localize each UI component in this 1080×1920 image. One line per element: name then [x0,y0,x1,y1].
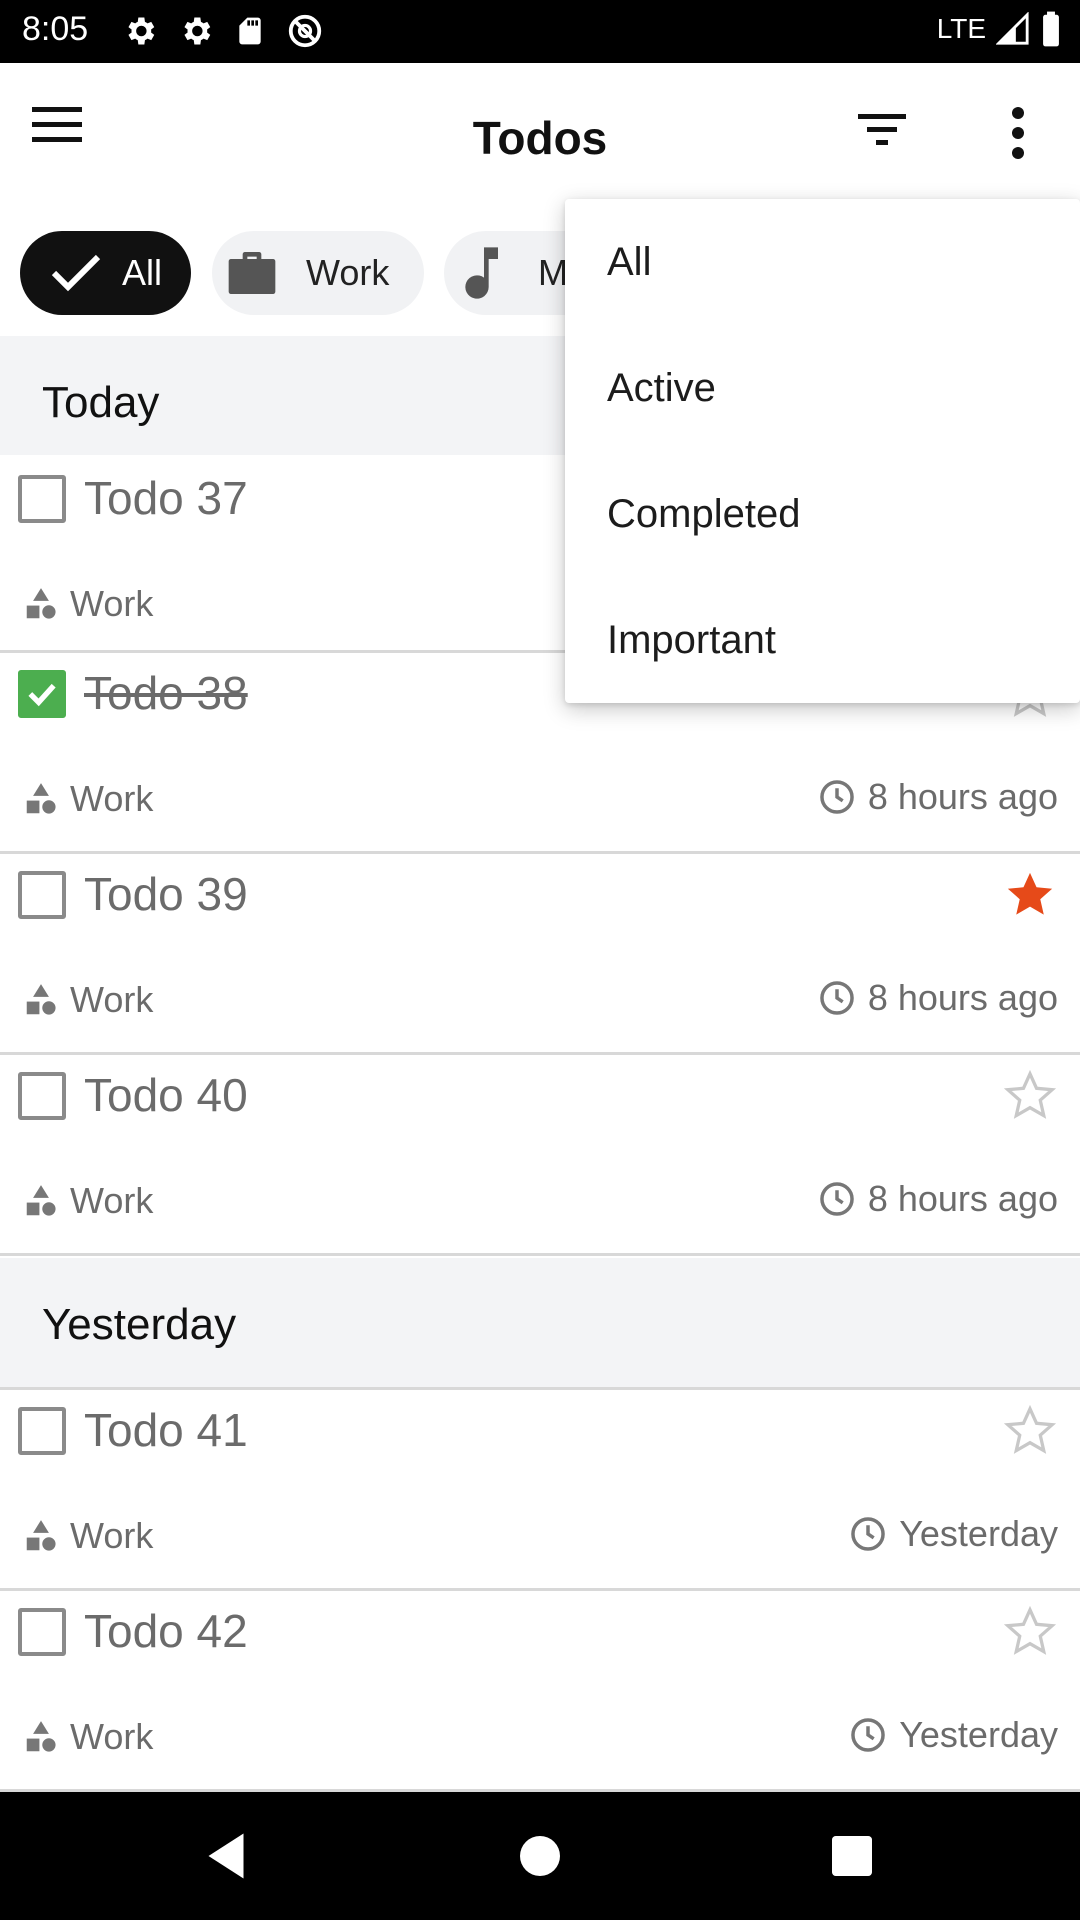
todo-time: Yesterday [849,1714,1058,1756]
todo-checkbox[interactable] [18,670,66,718]
chip-work[interactable]: Work [212,231,424,315]
status-time: 8:05 [22,10,89,48]
category-icon [26,1520,56,1551]
menu-item-active[interactable]: Active [565,325,1080,451]
time-label: 8 hours ago [867,977,1058,1018]
filter-button[interactable] [858,109,918,159]
settings-icon [128,17,155,45]
top-app-bar: Todos [0,63,1080,211]
todo-title: Todo 41 [84,1404,248,1456]
todo-title: Todo 40 [84,1069,248,1121]
status-icons-right: LTE [937,10,1062,48]
category-label: Work [70,1515,154,1556]
todo-title: Todo 37 [84,472,248,524]
todo-checkbox[interactable] [18,1407,66,1455]
section-title: Yesterday [42,1300,237,1349]
todo-title: Todo 42 [84,1605,248,1657]
section-title: Today [42,378,160,427]
chip-label: All [122,252,163,293]
filter-menu: All Active Completed Important [565,199,1080,703]
battery-icon [1043,11,1059,47]
todo-category: Work [22,1716,153,1758]
category-label: Work [70,583,154,624]
todo-category: Work [22,1180,153,1222]
clock-icon [820,780,854,814]
category-icon [26,1185,56,1216]
star-outline-icon[interactable] [1002,1403,1058,1459]
system-nav-bar [0,1792,1080,1920]
music-note-icon [465,247,498,299]
clock-icon [820,981,854,1015]
category-icon [26,984,56,1015]
category-label: Work [70,1716,154,1757]
briefcase-icon [228,252,276,294]
category-label: Work [70,1180,154,1221]
category-icon [26,783,56,814]
todo-time: 8 hours ago [818,977,1058,1019]
clock-icon [851,1517,885,1551]
todo-checkbox[interactable] [18,1608,66,1656]
more-vert-icon [1012,107,1024,159]
status-bar: 8:05 LTE [0,0,1080,63]
todo-title: Todo 38 [84,667,248,719]
network-type: LTE [936,13,986,44]
todo-item[interactable]: Todo 40 Work 8 hours ago [0,1056,1080,1256]
back-icon[interactable] [196,1826,256,1886]
chip-label: M [538,252,568,293]
time-label: Yesterday [899,1714,1058,1755]
status-icons-left [122,12,324,50]
more-options-button[interactable] [1000,103,1036,167]
todo-time: 8 hours ago [818,776,1058,818]
menu-item-important[interactable]: Important [565,577,1080,703]
category-label: Work [70,979,154,1020]
todo-category: Work [22,979,153,1021]
section-header-yesterday: Yesterday [0,1258,1080,1390]
star-outline-icon[interactable] [1002,1604,1058,1660]
todo-category: Work [22,778,153,820]
category-label: Work [70,778,154,819]
todo-time: 8 hours ago [818,1178,1058,1220]
sd-card-icon [239,17,261,45]
todo-item[interactable]: Todo 42 Work Yesterday [0,1592,1080,1792]
category-icon [26,588,56,619]
filter-icon [858,114,906,145]
do-not-disturb-icon [288,14,322,48]
time-label: 8 hours ago [867,776,1058,817]
recents-icon[interactable] [822,1826,882,1886]
todo-checkbox[interactable] [18,871,66,919]
home-icon[interactable] [510,1826,570,1886]
category-icon [26,1721,56,1752]
star-filled-icon[interactable] [1002,867,1058,923]
settings-icon [184,17,211,45]
clock-icon [820,1182,854,1216]
todo-title: Todo 39 [84,868,248,920]
chip-all[interactable]: All [20,231,191,315]
checkmark-icon [28,683,56,707]
signal-icon [996,12,1029,45]
time-label: Yesterday [899,1513,1058,1554]
todo-category: Work [22,583,153,625]
todo-checkbox[interactable] [18,1072,66,1120]
star-outline-icon[interactable] [1002,1068,1058,1124]
chip-label: Work [306,252,390,293]
todo-checkbox[interactable] [18,475,66,523]
todo-time: Yesterday [849,1513,1058,1555]
todo-item[interactable]: Todo 41 Work Yesterday [0,1391,1080,1591]
todo-category: Work [22,1515,153,1557]
time-label: 8 hours ago [867,1178,1058,1219]
check-icon [51,254,101,292]
menu-item-all[interactable]: All [565,199,1080,325]
clock-icon [851,1718,885,1752]
page-title: Todos [472,112,608,164]
todo-item[interactable]: Todo 39 Work 8 hours ago [0,855,1080,1055]
menu-item-completed[interactable]: Completed [565,451,1080,577]
